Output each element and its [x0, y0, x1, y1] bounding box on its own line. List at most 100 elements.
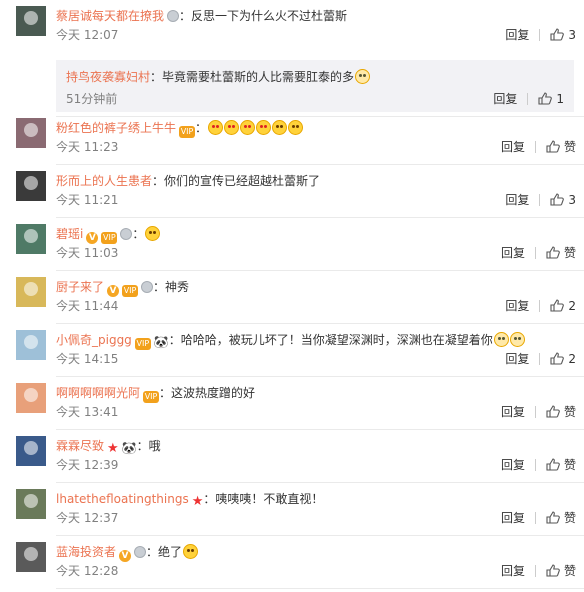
vip-badge-icon: VIP: [101, 232, 118, 244]
like-button[interactable]: 3: [550, 28, 576, 42]
like-button[interactable]: 赞: [546, 246, 576, 260]
username-link[interactable]: 蓝海投资者: [56, 545, 116, 559]
comment-text: ：哦: [136, 439, 161, 453]
reply-button[interactable]: 回复: [505, 26, 529, 43]
like-count: 赞: [563, 511, 576, 525]
like-button[interactable]: 赞: [546, 511, 576, 525]
comment-item: 碧瑶i V VIP ： 今天 11:03 回复 赞: [0, 224, 584, 274]
panda-badge-icon: 🐼: [121, 441, 137, 455]
reply-button[interactable]: 回复: [505, 297, 529, 314]
comment-actions: 回复 赞: [501, 509, 576, 526]
username-link[interactable]: 小佩奇_piggg: [56, 333, 132, 347]
username-link[interactable]: 啊啊啊啊啊光阿: [56, 386, 140, 400]
avatar[interactable]: [16, 224, 46, 254]
like-button[interactable]: 1: [538, 92, 564, 106]
comment-line: 蓝海投资者 V ：绝了: [56, 543, 199, 562]
reply-text: ：毕竟需要杜蕾斯的人比需要肛泰的多: [150, 70, 355, 84]
comment-item: 小佩奇_piggg VIP 🐼：哈哈哈，被玩儿坏了！当你凝望深渊时，深渊也在凝望着你…: [0, 330, 584, 380]
like-button[interactable]: 赞: [546, 564, 576, 578]
comment-divider: [56, 482, 584, 483]
like-button[interactable]: 赞: [546, 458, 576, 472]
comment-line: lhatethefloatingthings ★：咦咦咦！不敢直视！: [56, 490, 323, 508]
comment-line: 形而上的人生患者：你们的宣传已经超越杜蕾斯了: [56, 172, 320, 190]
panda-badge-icon: 🐼: [153, 335, 169, 349]
reply-button[interactable]: 回复: [501, 138, 525, 155]
vip-badge-icon: VIP: [143, 391, 160, 403]
comment-actions: 回复 2: [505, 350, 576, 367]
comment-text: ：绝了: [146, 545, 183, 559]
thumbs-up-icon: [546, 140, 560, 153]
action-divider: [539, 29, 541, 41]
comment-text: ：哈哈哈，被玩儿坏了！当你凝望深渊时，深渊也在凝望着你: [168, 333, 493, 347]
reply-button[interactable]: 回复: [505, 350, 529, 367]
love-emoji-icon: [256, 120, 272, 135]
avatar[interactable]: [16, 489, 46, 519]
avatar[interactable]: [16, 436, 46, 466]
avatar[interactable]: [16, 118, 46, 148]
avatar[interactable]: [16, 6, 46, 36]
comment-divider: [56, 376, 584, 377]
thumbs-up-icon: [546, 564, 560, 577]
thumbs-up-icon: [538, 92, 553, 105]
like-count: 赞: [563, 564, 576, 578]
laugh-emoji-icon: [272, 120, 288, 135]
username-link[interactable]: 蔡居诚每天都在撩我: [56, 9, 164, 23]
like-button[interactable]: 2: [550, 352, 576, 366]
medal-badge-icon: [134, 546, 147, 558]
like-button[interactable]: 3: [550, 193, 576, 207]
action-divider: [534, 247, 536, 259]
username-link[interactable]: 霖霖尽致: [56, 439, 104, 453]
username-link[interactable]: 厨子来了: [56, 280, 104, 294]
comment-item: 粉红色的裤子绣上牛牛 VIP： 今天 11:23 回复 赞: [0, 118, 584, 168]
comment-timestamp: 今天 12:07: [56, 28, 119, 42]
username-link[interactable]: 粉红色的裤子绣上牛牛: [56, 121, 176, 135]
like-count: 2: [568, 299, 576, 313]
comment-timestamp: 今天 11:44: [56, 299, 119, 313]
like-button[interactable]: 赞: [546, 140, 576, 154]
action-divider: [534, 141, 536, 153]
reply-button[interactable]: 回复: [505, 191, 529, 208]
comment-text: ：这波热度蹭的好: [159, 386, 256, 400]
like-button[interactable]: 赞: [546, 405, 576, 419]
action-divider: [534, 512, 536, 524]
reply-button[interactable]: 回复: [501, 562, 525, 579]
reply-button[interactable]: 回复: [501, 403, 525, 420]
cat-emoji-icon: [355, 69, 371, 84]
comment-item: 蓝海投资者 V ：绝了 今天 12:28 回复 赞: [0, 542, 584, 592]
love-emoji-icon: [240, 120, 256, 135]
reply-button[interactable]: 回复: [493, 90, 517, 107]
like-count: 1: [556, 92, 564, 106]
comment-line: 碧瑶i V VIP ：: [56, 225, 161, 244]
cat-emoji-icon: [493, 332, 509, 347]
comment-line: 厨子来了 V VIP ：神秀: [56, 278, 189, 297]
comment-line: 粉红色的裤子绣上牛牛 VIP：: [56, 119, 304, 138]
avatar[interactable]: [16, 383, 46, 413]
like-count: 赞: [563, 458, 576, 472]
reply-button[interactable]: 回复: [501, 509, 525, 526]
reply-button[interactable]: 回复: [501, 456, 525, 473]
avatar[interactable]: [16, 277, 46, 307]
vip-badge-icon: VIP: [122, 285, 139, 297]
action-divider: [539, 353, 541, 365]
action-divider: [539, 300, 541, 312]
comment-divider: [56, 429, 584, 430]
action-divider: [534, 406, 536, 418]
medal-badge-icon: [167, 10, 180, 22]
cat-emoji-icon: [509, 332, 525, 347]
comment-item: 厨子来了 V VIP ：神秀今天 11:44 回复 2: [0, 277, 584, 327]
reply-button[interactable]: 回复: [501, 244, 525, 261]
vip-badge-icon: VIP: [179, 126, 196, 138]
red-star-badge-icon: ★: [191, 494, 204, 509]
username-link[interactable]: 形而上的人生患者: [56, 174, 152, 188]
avatar[interactable]: [16, 542, 46, 572]
username-link[interactable]: 碧瑶i: [56, 227, 83, 241]
comment-divider: [56, 164, 584, 165]
comment-timestamp: 今天 12:37: [56, 511, 119, 525]
avatar[interactable]: [16, 330, 46, 360]
username-link[interactable]: lhatethefloatingthings: [56, 492, 189, 506]
like-button[interactable]: 2: [550, 299, 576, 313]
thumbs-up-icon: [546, 246, 560, 259]
comment-actions: 回复 2: [505, 297, 576, 314]
reply-username-link[interactable]: 持鸟夜袭寡妇村: [66, 70, 150, 84]
avatar[interactable]: [16, 171, 46, 201]
